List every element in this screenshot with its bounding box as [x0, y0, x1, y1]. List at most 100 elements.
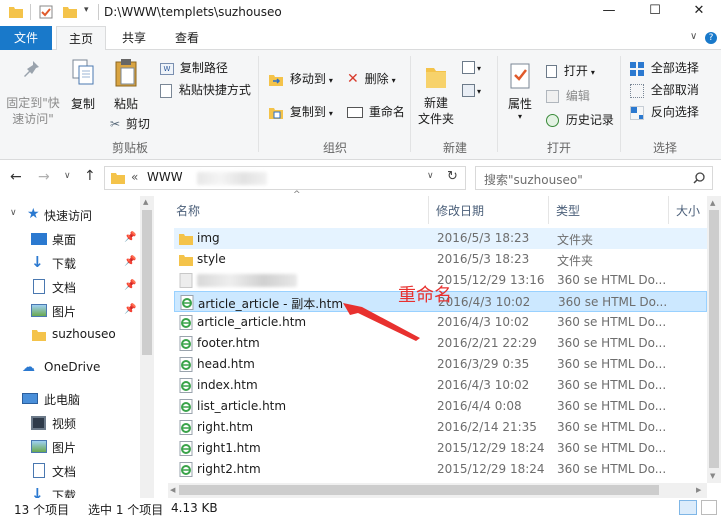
help-icon[interactable]: ? — [705, 32, 717, 44]
cut-button[interactable]: ✂ 剪切 — [110, 115, 150, 133]
file-scroll-thumb[interactable] — [709, 210, 719, 468]
nav-item-label: 下载 — [52, 489, 77, 498]
annotation-arrow-icon — [343, 303, 420, 341]
new-folder-icon[interactable] — [62, 4, 78, 20]
horizontal-scrollbar[interactable]: ◀ ▶ — [168, 483, 707, 498]
nav-item-suzhouseo[interactable]: suzhouseo — [0, 323, 140, 347]
nav-item-label: suzhouseo — [52, 327, 116, 341]
forward-arrow-icon[interactable]: → — [38, 169, 50, 185]
table-row[interactable]: right.htm 2016/2/14 21:35 360 se HTML Do..… — [174, 417, 707, 438]
chevron-down-icon[interactable]: ∨ — [10, 208, 17, 218]
nav-item-pictures-pc[interactable]: 图片 — [0, 435, 140, 459]
column-date[interactable]: 修改日期 — [436, 202, 484, 219]
nav-scrollbar[interactable]: ▲ — [140, 196, 154, 498]
tab-home[interactable]: 主页 — [56, 26, 106, 51]
back-arrow-icon[interactable]: ← — [10, 169, 22, 185]
minimize-button[interactable]: — — [587, 0, 631, 24]
select-none-button[interactable]: 全部取消 — [630, 81, 699, 99]
copy-button[interactable]: 复制 — [66, 58, 100, 118]
table-row[interactable]: list_article.htm 2016/4/4 0:08 360 se HTML… — [174, 396, 707, 417]
select-all-button[interactable]: 全部选择 — [630, 59, 699, 77]
nav-item-documents-pc[interactable]: 文档 — [0, 459, 140, 483]
file-date: 2016/5/3 18:23 — [437, 252, 530, 266]
tab-view[interactable]: 查看 — [162, 26, 212, 50]
paste-shortcut-button[interactable]: 粘贴快捷方式 — [160, 81, 251, 99]
large-icons-view-icon[interactable] — [701, 500, 717, 515]
table-row[interactable]: head.htm 2016/3/29 0:35 360 se HTML Do... — [174, 354, 707, 375]
horizontal-scroll-thumb[interactable] — [179, 485, 659, 495]
nav-item-this-pc[interactable]: 此电脑 — [0, 387, 140, 411]
open-button[interactable]: 打开 ▾ — [546, 62, 595, 80]
move-to-label: 移动到 — [289, 72, 326, 86]
column-divider[interactable] — [548, 196, 549, 224]
column-size[interactable]: 大小 — [676, 202, 700, 219]
recent-locations-icon[interactable]: ∨ — [64, 171, 71, 181]
properties-icon[interactable] — [38, 4, 54, 20]
table-row[interactable]: right2.htm 2015/12/29 18:24 360 se HTML Do… — [174, 459, 707, 480]
properties-button[interactable]: 属性 ▾ — [502, 62, 538, 132]
nav-item-downloads[interactable]: ↓ 下载 📌 — [0, 251, 140, 275]
ribbon-collapse-icon[interactable]: ∨ — [690, 31, 697, 42]
details-view-icon[interactable] — [679, 500, 697, 515]
nav-scroll-thumb[interactable] — [142, 210, 152, 355]
invert-selection-button[interactable]: 反向选择 — [630, 103, 699, 121]
history-button[interactable]: 历史记录 — [546, 111, 614, 129]
nav-item-desktop[interactable]: 桌面 📌 — [0, 227, 140, 251]
easy-access-button[interactable]: ▾ — [462, 83, 481, 97]
column-type[interactable]: 类型 — [556, 202, 580, 219]
address-dropdown-icon[interactable]: ∨ — [427, 171, 434, 181]
new-group-label: 新建 — [442, 141, 467, 155]
pin-label-1: 固定到"快 — [6, 96, 60, 110]
nav-item-onedrive[interactable]: ☁ OneDrive — [0, 356, 140, 380]
table-row[interactable]: index.htm 2016/4/3 10:02 360 se HTML Do... — [174, 375, 707, 396]
nav-item-label: 桌面 — [52, 233, 77, 247]
nav-item-downloads-pc[interactable]: ↓ 下载 — [0, 483, 140, 499]
file-name: right.htm — [197, 420, 254, 434]
pin-label-2: 速访问" — [12, 112, 54, 126]
invert-selection-label: 反向选择 — [650, 105, 699, 119]
search-box[interactable]: 搜索"suzhouseo" — [475, 166, 713, 190]
quick-access-dropdown-icon[interactable]: ▾ — [84, 5, 89, 15]
maximize-button[interactable]: ☐ — [633, 0, 677, 24]
move-to-button[interactable]: 移动到 ▾ — [268, 70, 333, 90]
tab-file[interactable]: 文件 — [0, 26, 52, 50]
properties-label: 属性 — [507, 97, 532, 111]
copy-icon — [72, 59, 94, 85]
nav-item-videos[interactable]: 视频 — [0, 411, 140, 435]
address-bar[interactable]: « WWW ∨ ↻ — [104, 166, 466, 190]
copy-path-button[interactable]: W 复制路径 — [160, 59, 228, 77]
table-row[interactable]: right1.htm 2015/12/29 18:24 360 se HTML Do… — [174, 438, 707, 459]
html-file-icon — [179, 357, 193, 372]
file-name: right2.htm — [197, 462, 261, 476]
breadcrumb-overflow[interactable]: « — [131, 170, 138, 184]
copy-to-button[interactable]: 复制到 ▾ — [268, 103, 333, 123]
edit-button[interactable]: 编辑 — [546, 87, 590, 105]
close-button[interactable]: ✕ — [677, 0, 721, 24]
table-row[interactable]: article_article.htm 2016/4/3 10:02 360 se … — [174, 312, 707, 333]
file-type: 文件夹 — [557, 254, 594, 268]
rename-button[interactable]: 重命名 — [347, 103, 405, 123]
column-name[interactable]: 名称 — [176, 202, 200, 219]
column-divider[interactable] — [668, 196, 669, 224]
new-item-button[interactable]: ▾ — [462, 60, 481, 74]
nav-item-quick-access[interactable]: ∨ ★ 快速访问 — [0, 203, 140, 227]
refresh-icon[interactable]: ↻ — [447, 169, 458, 184]
breadcrumb-www[interactable]: WWW — [147, 170, 183, 184]
tab-share[interactable]: 共享 — [110, 26, 158, 50]
table-row[interactable]: img 2016/5/3 18:23 文件夹 — [174, 228, 707, 249]
file-list-scrollbar[interactable]: ▲ ▼ — [707, 196, 721, 483]
select-all-icon — [630, 61, 644, 76]
table-row[interactable]: style 2016/5/3 18:23 文件夹 — [174, 249, 707, 270]
desktop-icon — [31, 231, 47, 247]
table-row[interactable]: footer.htm 2016/2/21 22:29 360 se HTML Do.… — [174, 333, 707, 354]
nav-item-pictures[interactable]: 图片 📌 — [0, 299, 140, 323]
nav-item-documents[interactable]: 文档 📌 — [0, 275, 140, 299]
up-arrow-icon[interactable]: ↑ — [84, 168, 96, 184]
column-divider[interactable] — [428, 196, 429, 224]
paste-button[interactable]: 粘贴 — [106, 58, 146, 118]
delete-button[interactable]: ✕ 删除 ▾ — [347, 70, 396, 90]
new-folder-button[interactable]: 新建 文件夹 — [416, 62, 456, 132]
search-input[interactable]: 搜索"suzhouseo" — [484, 171, 583, 188]
pin-quick-access-button[interactable]: 固定到"快 速访问" — [4, 58, 62, 138]
title-bar: ▾ D:\WWW\templets\suzhouseo — ☐ ✕ — [0, 0, 721, 26]
